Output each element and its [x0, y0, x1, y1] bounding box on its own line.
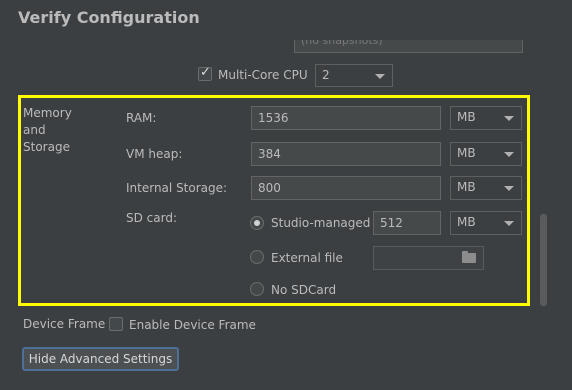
device-frame-checkbox[interactable]: [109, 317, 123, 331]
highlight-box: [18, 95, 530, 306]
chevron-down-icon: [375, 74, 385, 79]
scrollbar-thumb[interactable]: [540, 214, 547, 306]
multicore-count-value: 2: [322, 68, 330, 82]
multicore-count-select[interactable]: 2: [315, 64, 393, 87]
device-frame-label: Device Frame: [23, 317, 106, 331]
device-frame-checkbox-label: Enable Device Frame: [129, 318, 256, 332]
hide-advanced-settings-button[interactable]: Hide Advanced Settings: [22, 347, 179, 371]
dialog-title: Verify Configuration: [18, 8, 200, 27]
multicore-label: Multi-Core CPU: [218, 68, 308, 82]
multicore-checkbox[interactable]: [198, 65, 212, 81]
snapshot-field[interactable]: (no snapshots): [294, 40, 523, 53]
